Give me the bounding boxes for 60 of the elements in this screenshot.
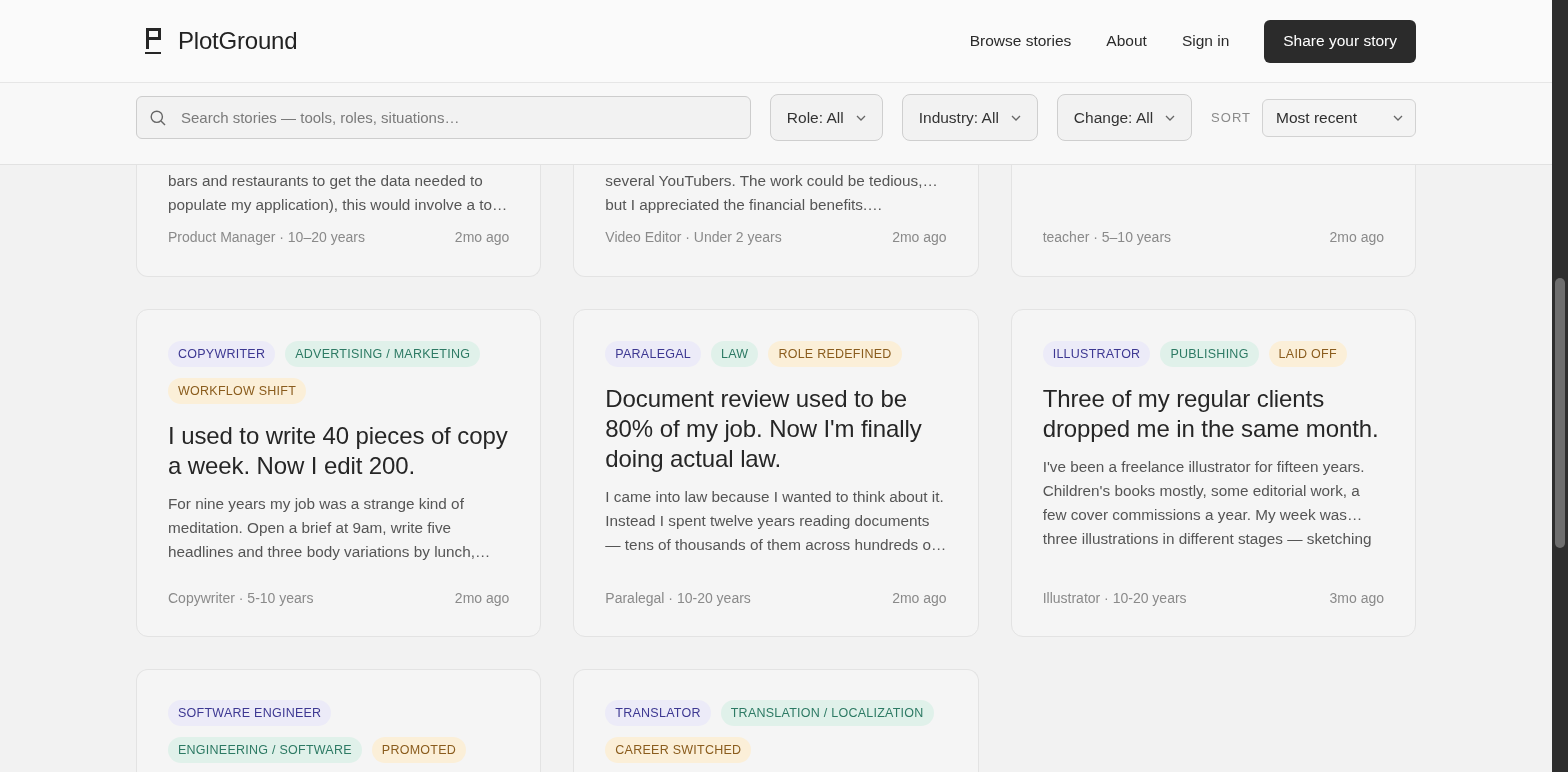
story-card[interactable]: bars and restaurants to get the data needed to populate my application), this would involve a to… Product Manager · 10–20 years 2mo ago [136, 165, 542, 277]
change-tag: ROLE REDEFINED [768, 341, 902, 367]
scrollbar-thumb[interactable] [1555, 278, 1565, 548]
story-card[interactable]: SOFTWARE ENGINEER ENGINEERING / SOFTWARE PROMOTED [136, 669, 542, 772]
author-role-experience: Illustrator · 10-20 years [1042, 590, 1187, 606]
chevron-down-icon [1010, 114, 1021, 121]
story-card[interactable]: TRANSLATOR TRANSLATION / LOCALIZATION CAREER SWITCHED [573, 669, 979, 772]
role-tag: COPYWRITER [168, 341, 276, 367]
post-age: 3mo ago [1329, 590, 1384, 606]
sort-dropdown[interactable]: Most recent [1262, 98, 1416, 137]
post-age: 2mo ago [454, 590, 510, 606]
nav-link[interactable]: Browse stories [969, 32, 1072, 50]
post-age: 2mo ago [892, 229, 947, 245]
search-field[interactable]: Search stories — tools, roles, situations… [136, 96, 751, 139]
nav-link[interactable]: Sign in [1181, 32, 1230, 50]
role-tag: PARALEGAL [605, 341, 701, 367]
industry-tag: ADVERTISING / MARKETING [285, 341, 481, 367]
industry-tag: TRANSLATION / LOCALIZATION [720, 700, 934, 726]
sort-label: SORT [1211, 110, 1251, 125]
role-tag: ILLUSTRATOR [1042, 341, 1151, 367]
change-tag: CAREER SWITCHED [605, 737, 752, 763]
post-age: 2mo ago [454, 229, 510, 245]
author-role-experience: Video Editor · Under 2 years [605, 229, 782, 245]
chevron-down-icon [1165, 114, 1176, 121]
change-tag: WORKFLOW SHIFT [168, 378, 307, 404]
story-card[interactable] [573, 309, 979, 637]
story-excerpt: bars and restaurants to get the data needed to populate my application), this would involve a to… [168, 171, 509, 215]
industry-tag: LAW [711, 341, 759, 367]
industry-tag: ENGINEERING / SOFTWARE [168, 737, 362, 763]
author-role-experience: Copywriter · 5-10 years [168, 590, 314, 606]
flag-logo-icon [145, 28, 162, 54]
role-tag: SOFTWARE ENGINEER [168, 700, 332, 726]
chevron-down-icon [855, 114, 866, 121]
story-excerpt: several YouTubers. The work could be tedious,… but I appreciated the financial benefits.… [605, 171, 939, 215]
change-tag: LAID OFF [1268, 341, 1347, 367]
chevron-down-icon [1393, 114, 1403, 121]
change-tag: PROMOTED [371, 737, 467, 763]
brand-name[interactable]: PlotGround [178, 27, 298, 55]
story-card[interactable]: several YouTubers. The work could be tedious,… but I appreciated the financial benefits.… Video Editor · Under 2 years 2mo ago [573, 165, 979, 277]
author-role-experience: Paralegal · 10-20 years [605, 590, 751, 606]
share-story-button[interactable]: Share your story [1264, 19, 1416, 63]
story-excerpt: I've been a freelance illustrator for fifteen years. Children's books mostly, some editorial work, a few cover commissions a year. My week was… three illustrations in different stages — sketching [1042, 457, 1373, 549]
story-card[interactable] [136, 309, 542, 637]
filter-dropdown[interactable]: Role: All [769, 94, 883, 141]
author-role-experience: teacher · 5–10 years [1042, 229, 1172, 245]
filter-dropdown[interactable]: Change: All [1056, 94, 1193, 141]
author-role-experience: Product Manager · 10–20 years [168, 229, 365, 245]
post-age: 2mo ago [1329, 229, 1384, 245]
search-icon [150, 110, 166, 126]
story-title: I used to write 40 pieces of copy a week. Now I edit 200. [168, 421, 509, 481]
story-excerpt: I came into law because I wanted to think about it. Instead I spent twelve years reading documents — tens of thousands of them across hundreds o… [605, 487, 947, 555]
post-age: 2mo ago [892, 590, 947, 606]
industry-tag: PUBLISHING [1160, 341, 1259, 367]
nav-link[interactable]: About [1106, 32, 1147, 50]
filter-dropdown[interactable]: Industry: All [901, 94, 1038, 141]
story-excerpt: For nine years my job was a strange kind of meditation. Open a brief at 9am, write five headlines and three body variations by lunch,… [168, 494, 492, 562]
story-title: Document review used to be 80% of my job. Now I'm finally doing actual law. [605, 384, 923, 474]
story-title: Three of my regular clients dropped me in the same month. [1042, 384, 1380, 444]
story-card[interactable] [1010, 309, 1416, 637]
role-tag: TRANSLATOR [605, 700, 711, 726]
